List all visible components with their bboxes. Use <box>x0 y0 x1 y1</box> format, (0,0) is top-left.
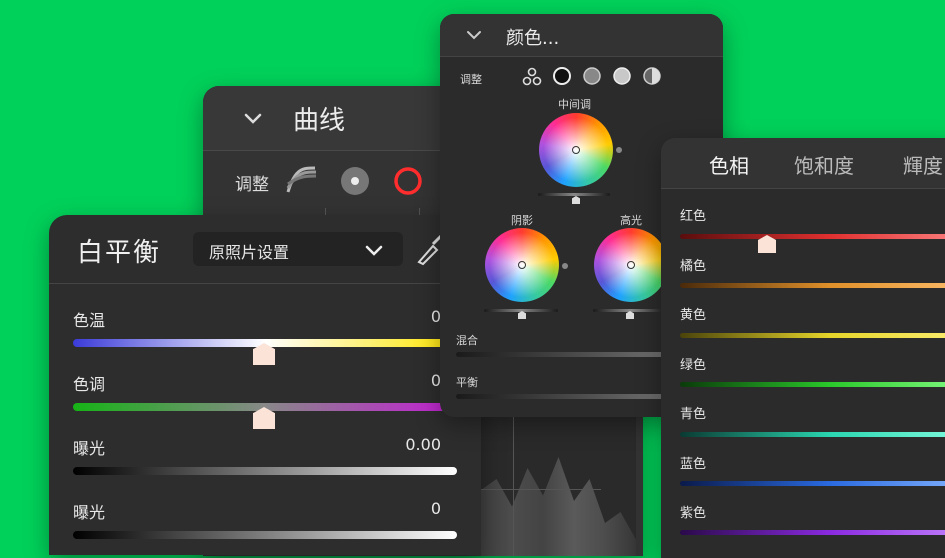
exposure-value[interactable]: 0.00 <box>405 435 441 454</box>
hsl-green-track[interactable] <box>680 382 945 387</box>
shadows-color-wheel[interactable] <box>485 228 559 302</box>
curves-adjust-label: 调整 <box>235 175 269 195</box>
exposure-2-value[interactable]: 0 <box>431 499 441 518</box>
white-balance-panel: 白平衡 原照片设置 色温 0 色调 0 曝光 0.00 曝光 0 <box>49 215 481 555</box>
hsl-panel: 色相 饱和度 輝度 红色 橘色 黄色 绿色 青色 蓝色 紫色 <box>661 138 945 558</box>
red-channel-icon[interactable] <box>393 166 423 196</box>
shadows-label: 阴影 <box>511 214 533 227</box>
exposure-slider-track[interactable] <box>73 467 457 475</box>
shadows-luminance-thumb[interactable] <box>518 311 526 319</box>
hsl-cyan-label: 青色 <box>680 407 707 422</box>
highlights-color-wheel[interactable] <box>594 228 668 302</box>
shadows-circle-icon[interactable] <box>552 66 572 86</box>
midtones-color-wheel[interactable] <box>539 113 613 187</box>
color-adjust-label: 调整 <box>460 73 482 86</box>
three-circles-icon[interactable] <box>522 67 542 87</box>
tab-saturation[interactable]: 饱和度 <box>794 150 854 179</box>
curve-grid-line <box>513 414 514 556</box>
shadows-luminance-track[interactable] <box>484 309 558 312</box>
balance-slider-track[interactable] <box>456 394 686 399</box>
hsl-purple-label: 紫色 <box>680 506 707 521</box>
hsl-green-label: 绿色 <box>680 358 707 373</box>
hsl-red-label: 红色 <box>680 209 707 224</box>
chevron-down-icon[interactable] <box>466 27 482 43</box>
tint-label: 色调 <box>73 375 106 394</box>
hsl-yellow-track[interactable] <box>680 333 945 338</box>
wheel-side-dot[interactable] <box>616 147 622 153</box>
curve-grid-line <box>481 489 601 490</box>
hsl-tabs: 色相 饱和度 輝度 <box>661 138 945 189</box>
exposure-2-label: 曝光 <box>73 503 106 522</box>
highlights-label: 高光 <box>620 214 642 227</box>
hsl-orange-track[interactable] <box>680 283 945 288</box>
histogram-bars <box>481 457 636 556</box>
wheel-center-handle[interactable] <box>518 261 526 269</box>
hsl-blue-label: 蓝色 <box>680 457 707 472</box>
midtones-label: 中间调 <box>558 98 591 111</box>
color-grading-header: 颜色... <box>440 14 723 57</box>
tab-luminance[interactable]: 輝度 <box>903 150 943 179</box>
chevron-down-icon[interactable] <box>243 108 263 128</box>
white-balance-title: 白平衡 <box>77 238 162 268</box>
hsl-red-track[interactable] <box>680 234 945 239</box>
white-balance-header: 白平衡 原照片设置 <box>49 215 481 284</box>
color-grading-title: 颜色... <box>506 28 560 49</box>
hsl-yellow-label: 黄色 <box>680 308 707 323</box>
midtones-luminance-track[interactable] <box>538 193 610 196</box>
global-circle-icon[interactable] <box>642 66 662 86</box>
wheel-center-handle[interactable] <box>572 146 580 154</box>
hsl-cyan-track[interactable] <box>680 432 945 437</box>
highlights-luminance-thumb[interactable] <box>626 311 634 319</box>
tab-hue[interactable]: 色相 <box>709 150 749 179</box>
hsl-purple-track[interactable] <box>680 530 945 535</box>
hsl-orange-label: 橘色 <box>680 259 707 274</box>
chevron-down-icon <box>365 245 383 256</box>
curve-histogram[interactable] <box>481 414 636 556</box>
wheel-center-handle[interactable] <box>627 261 635 269</box>
wheel-side-dot[interactable] <box>562 263 568 269</box>
exposure-2-slider-track[interactable] <box>73 531 457 539</box>
white-balance-preset-select[interactable]: 原照片设置 <box>193 232 403 266</box>
hsl-blue-track[interactable] <box>680 481 945 486</box>
highlights-circle-icon[interactable] <box>612 66 632 86</box>
rgb-curve-icon[interactable] <box>285 164 319 196</box>
balance-label: 平衡 <box>456 376 478 389</box>
temperature-label: 色温 <box>73 311 106 330</box>
curves-title: 曲线 <box>293 106 346 136</box>
midtones-luminance-thumb[interactable] <box>572 196 580 204</box>
luminance-dot-icon[interactable] <box>340 166 370 196</box>
blend-label: 混合 <box>456 334 478 347</box>
preset-select-value: 原照片设置 <box>209 243 290 262</box>
exposure-label: 曝光 <box>73 439 106 458</box>
midtones-circle-icon[interactable] <box>582 66 602 86</box>
blend-slider-track[interactable] <box>456 352 686 357</box>
